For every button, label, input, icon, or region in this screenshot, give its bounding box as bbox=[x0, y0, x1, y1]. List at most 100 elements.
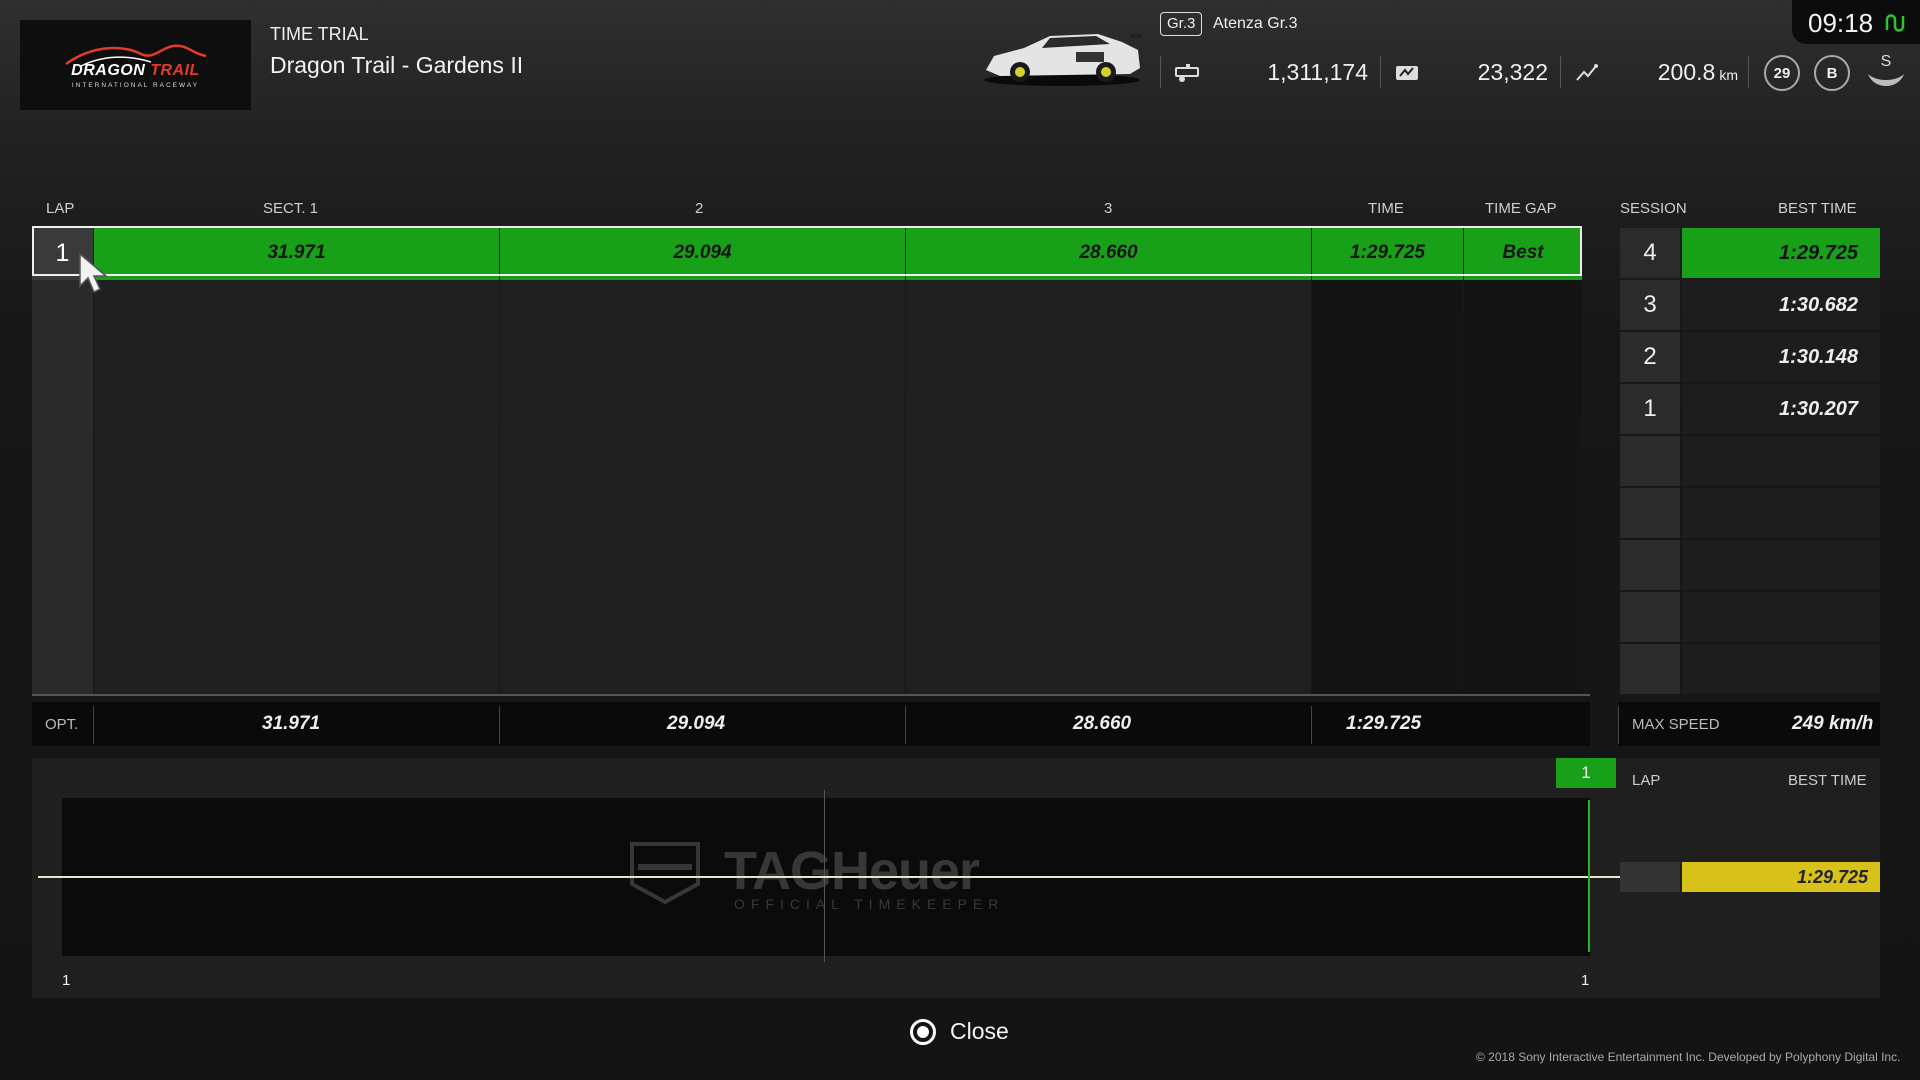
lap-cell-sect2 bbox=[500, 280, 905, 332]
lap-cell-lap bbox=[32, 436, 93, 488]
lap-cell-sect1 bbox=[94, 280, 499, 332]
logo-main-text: DRAGON TRAIL bbox=[71, 61, 200, 79]
lap-cell-time bbox=[1312, 540, 1463, 592]
session-number bbox=[1620, 540, 1680, 590]
lap-cell-lap bbox=[32, 540, 93, 592]
opt-sect1: 31.971 bbox=[262, 713, 321, 734]
session-row[interactable]: 3 1:30.682 bbox=[1620, 280, 1880, 330]
lap-cell-time bbox=[1312, 280, 1463, 332]
graph-x-end: 1 bbox=[1581, 972, 1590, 989]
legend-lap-swatch bbox=[1620, 862, 1680, 892]
session-row[interactable]: 1 1:30.207 bbox=[1620, 384, 1880, 434]
session-number: 3 bbox=[1620, 280, 1680, 330]
session-best-time: 1:29.725 bbox=[1682, 228, 1880, 278]
opt-sect3: 28.660 bbox=[1073, 713, 1132, 734]
session-row-empty bbox=[1620, 436, 1880, 486]
close-button[interactable]: Close bbox=[910, 1018, 1009, 1045]
col-head-sect2: 2 bbox=[695, 200, 704, 217]
lap-cell-sect3 bbox=[906, 436, 1311, 488]
lap-row-empty bbox=[32, 280, 1582, 332]
signal-icon bbox=[1885, 14, 1905, 32]
lap-cell-gap bbox=[1464, 436, 1582, 488]
legend-best-value: 1:29.725 bbox=[1682, 862, 1880, 892]
lap-cell-time bbox=[1312, 384, 1463, 436]
session-row[interactable]: 4 1:29.725 bbox=[1620, 228, 1880, 278]
lap-cell-sect2 bbox=[500, 644, 905, 696]
session-best-time bbox=[1682, 540, 1880, 590]
track-logo: DRAGON TRAIL INTERNATIONAL RACEWAY bbox=[20, 20, 251, 110]
lap-cell-lap bbox=[32, 592, 93, 644]
svg-text:S: S bbox=[1881, 53, 1892, 70]
stat-divider bbox=[1748, 56, 1749, 88]
lap-cell-sect3 bbox=[906, 332, 1311, 384]
session-number bbox=[1620, 592, 1680, 642]
lap-row-empty bbox=[32, 540, 1582, 592]
mouse-cursor-icon bbox=[79, 252, 109, 294]
lap-cell-sect3 bbox=[906, 592, 1311, 644]
legend-lap-header: LAP bbox=[1632, 772, 1661, 789]
opt-divider bbox=[1311, 706, 1312, 744]
logo-sub-text: INTERNATIONAL RACEWAY bbox=[71, 81, 200, 89]
max-speed-value: 249 km/h bbox=[1792, 713, 1874, 734]
col-head-time: TIME bbox=[1368, 200, 1404, 217]
col-head-gap: TIME GAP bbox=[1485, 200, 1557, 217]
session-row[interactable]: 2 1:30.148 bbox=[1620, 332, 1880, 382]
copyright-text: © 2018 Sony Interactive Entertainment In… bbox=[1476, 1050, 1901, 1064]
lap-cell-sect1 bbox=[94, 436, 499, 488]
graph-lap-marker-line bbox=[1588, 800, 1590, 952]
session-best-time: 1:30.207 bbox=[1682, 384, 1880, 434]
lap-cell-sect3 bbox=[906, 384, 1311, 436]
lap-cell-lap bbox=[32, 384, 93, 436]
lap-cell-gap bbox=[1464, 644, 1582, 696]
lap-row-empty bbox=[32, 644, 1582, 696]
level-icon: 29 bbox=[1764, 55, 1800, 91]
session-best-time: 1:30.148 bbox=[1682, 332, 1880, 382]
lap-cell-sect1 bbox=[94, 592, 499, 644]
lap-row-empty bbox=[32, 488, 1582, 540]
lap-cell-time bbox=[1312, 488, 1463, 540]
mileage-icon bbox=[1396, 66, 1418, 80]
lap-cell-sect1 bbox=[94, 384, 499, 436]
legend-best-header: BEST TIME bbox=[1788, 772, 1867, 789]
graph-x-start: 1 bbox=[62, 972, 71, 989]
lap-cell-gap bbox=[1464, 384, 1582, 436]
session-best-time: 1:30.682 bbox=[1682, 280, 1880, 330]
sport-icon: S bbox=[1868, 53, 1904, 86]
session-number: 4 bbox=[1620, 228, 1680, 278]
col-head-session: SESSION bbox=[1620, 200, 1687, 217]
garage-icon bbox=[1175, 64, 1199, 82]
lap-cell-sect2 bbox=[500, 540, 905, 592]
circle-button-icon bbox=[910, 1018, 936, 1045]
session-row-empty bbox=[1620, 644, 1880, 694]
mode-label: TIME TRIAL bbox=[270, 24, 369, 44]
lap-cell-sect3 bbox=[906, 644, 1311, 696]
lap-cell-sect1 bbox=[94, 540, 499, 592]
selected-row-outline bbox=[32, 226, 1582, 276]
lap-cell-sect1 bbox=[94, 644, 499, 696]
lap-cell-time bbox=[1312, 332, 1463, 384]
opt-divider bbox=[905, 706, 906, 744]
col-head-best-time: BEST TIME bbox=[1778, 200, 1857, 217]
col-head-lap: LAP bbox=[46, 200, 75, 217]
lap-cell-sect2 bbox=[500, 436, 905, 488]
lap-cell-lap bbox=[32, 332, 93, 384]
lap-cell-gap bbox=[1464, 280, 1582, 332]
graph-lap-flag: 1 bbox=[1556, 758, 1616, 788]
session-number bbox=[1620, 644, 1680, 694]
license-icon: B bbox=[1814, 55, 1850, 91]
lap-cell-gap bbox=[1464, 540, 1582, 592]
col-head-sect1: SECT. 1 bbox=[263, 200, 319, 217]
lap-cell-gap bbox=[1464, 332, 1582, 384]
graph-lap-trace bbox=[38, 876, 1620, 878]
opt-label: OPT. bbox=[45, 716, 79, 733]
tag-heuer-watermark: TAGHeuer OFFICIAL TIMEKEEPER bbox=[628, 840, 998, 912]
table-bottom-rule bbox=[32, 694, 1590, 696]
lap-cell-time bbox=[1312, 592, 1463, 644]
lap-cell-sect2 bbox=[500, 384, 905, 436]
lap-cell-time bbox=[1312, 644, 1463, 696]
clock: 09:18 bbox=[1808, 8, 1874, 38]
session-row-empty bbox=[1620, 592, 1880, 642]
lap-cell-lap bbox=[32, 644, 93, 696]
stat-divider bbox=[1380, 56, 1381, 88]
session-row-empty bbox=[1620, 540, 1880, 590]
